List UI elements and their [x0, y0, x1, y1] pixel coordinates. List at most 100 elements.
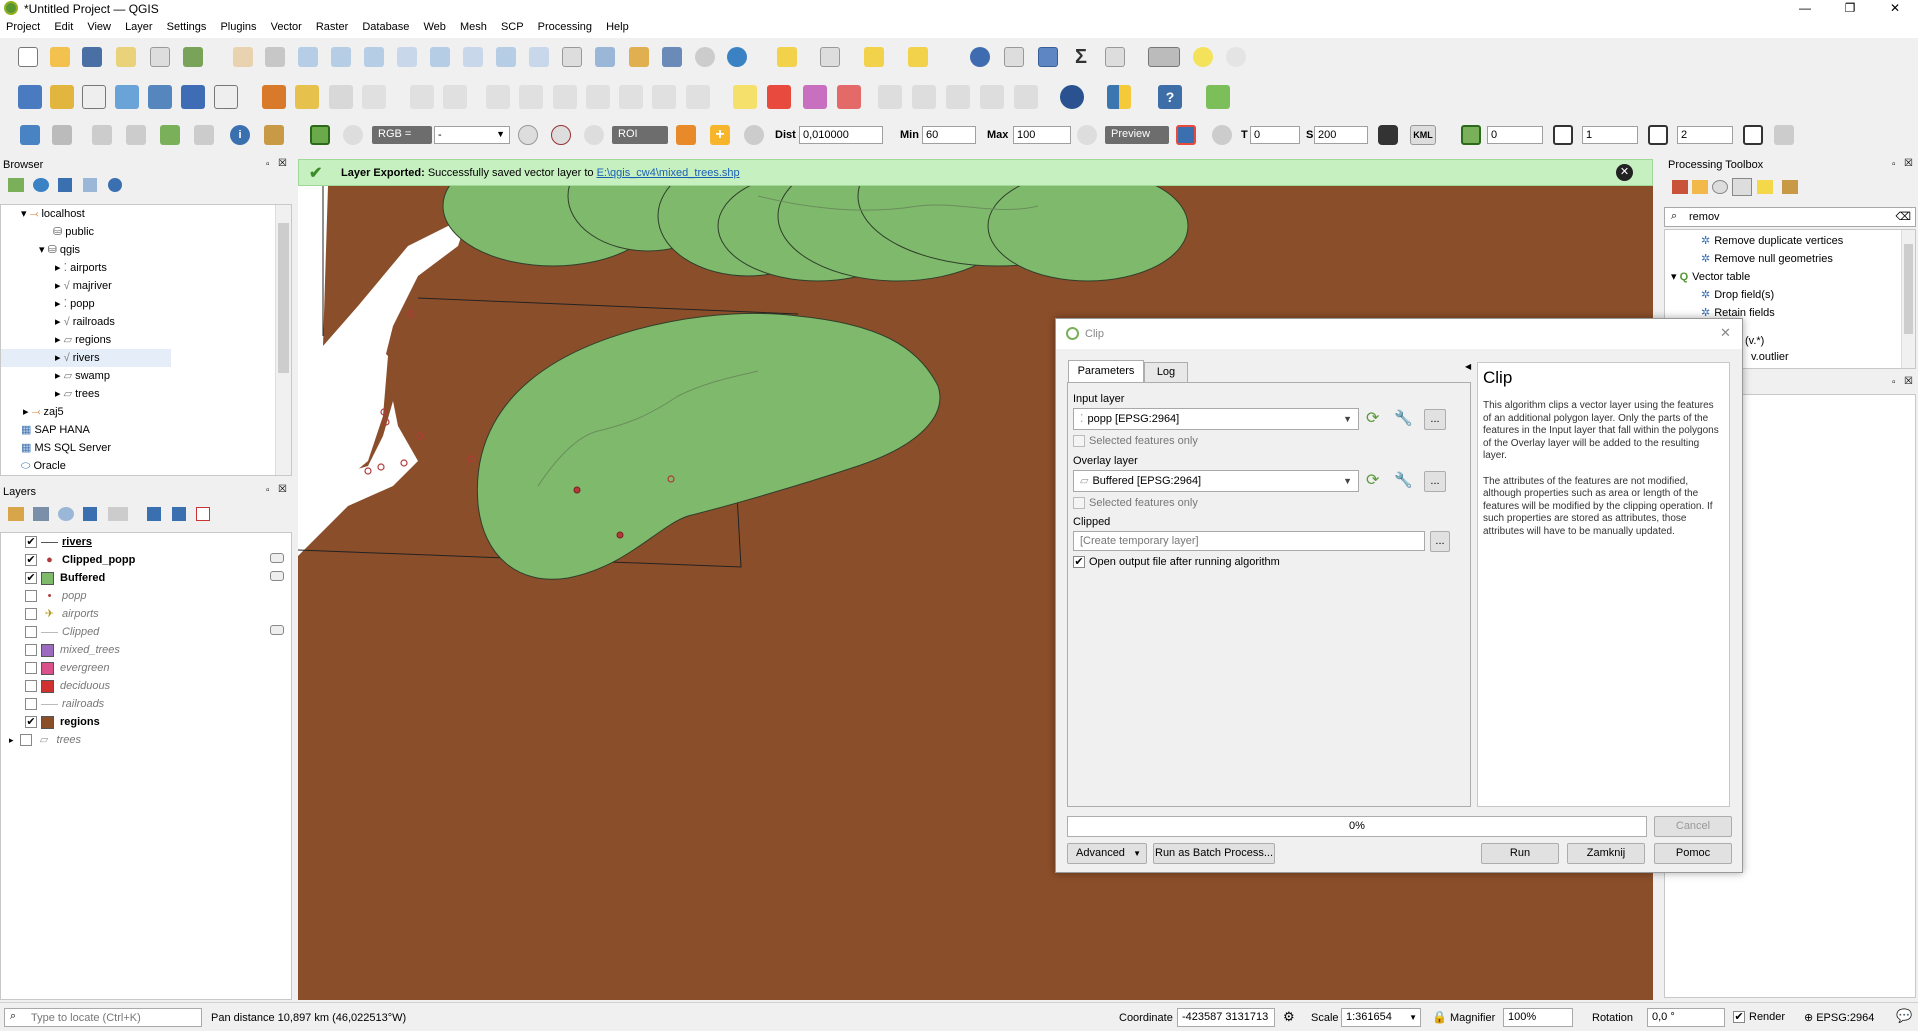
scp-redo-roi-icon[interactable]: [744, 125, 764, 145]
scp-field-3[interactable]: 2: [1677, 126, 1733, 144]
magnifier-field[interactable]: 100%: [1503, 1008, 1573, 1027]
processing-float-icon[interactable]: ▫: [1892, 159, 1896, 170]
layer-item-airports[interactable]: ✈ airports: [25, 605, 99, 623]
layer-checkbox[interactable]: [25, 698, 37, 711]
rotate-label-icon[interactable]: [946, 85, 970, 109]
render-checkbox[interactable]: ✔ Render: [1733, 1011, 1785, 1024]
open-project-icon[interactable]: [50, 47, 70, 67]
layer-checkbox[interactable]: [25, 626, 37, 639]
layers-visibility-icon[interactable]: [58, 507, 74, 521]
copy-features-icon[interactable]: [586, 85, 610, 109]
message-link[interactable]: E:\qgis_cw4\mixed_trees.shp: [597, 167, 740, 179]
processing-item-vector-table[interactable]: ▾ Q Vector table: [1671, 268, 1750, 286]
scp-stretch2-icon[interactable]: [551, 125, 571, 145]
label-tool-icon[interactable]: [733, 85, 757, 109]
zoom-to-selection-icon[interactable]: [397, 47, 417, 67]
layer-indicator-icon[interactable]: [270, 625, 284, 635]
scp-dock-icon[interactable]: [20, 125, 40, 145]
scp-roi-points-icon[interactable]: [126, 125, 146, 145]
scp-target-icon[interactable]: [52, 125, 72, 145]
processing-options-icon[interactable]: [1782, 180, 1798, 194]
scp-info-icon[interactable]: i: [230, 125, 250, 145]
processing-history-icon[interactable]: [1712, 180, 1728, 194]
zoom-next-icon[interactable]: [529, 47, 549, 67]
layers-add-group-icon[interactable]: [33, 507, 49, 521]
toggle-editing-icon[interactable]: [295, 85, 319, 109]
add-feature-icon[interactable]: [362, 85, 386, 109]
scp-field-1[interactable]: 0: [1487, 126, 1543, 144]
processing-results-icon[interactable]: [1732, 178, 1752, 196]
layer-indicator-icon[interactable]: [270, 553, 284, 563]
new-spatialite-layer-icon[interactable]: [115, 85, 139, 109]
new-virtual-layer-icon[interactable]: [148, 85, 172, 109]
pan-map-icon[interactable]: [233, 47, 253, 67]
iterate-over-features-icon[interactable]: ⟳: [1366, 472, 1388, 490]
new-shapefile-layer-icon[interactable]: [82, 85, 106, 109]
close-button[interactable]: Zamknij: [1567, 843, 1645, 864]
browser-collapse-icon[interactable]: [83, 178, 97, 192]
layer-checkbox[interactable]: [25, 590, 37, 603]
new-project-icon[interactable]: [18, 47, 38, 67]
menu-settings[interactable]: Settings: [161, 18, 212, 38]
locator-input[interactable]: ⌕ Type to locate (Ctrl+K): [4, 1008, 202, 1027]
browser-item-mssql[interactable]: ▦ MS SQL Server: [21, 439, 111, 457]
cut-features-icon[interactable]: [553, 85, 577, 109]
advanced-options-icon[interactable]: 🔧: [1394, 410, 1416, 428]
scp-band-calc-icon[interactable]: [1461, 125, 1481, 145]
menu-project[interactable]: Project: [0, 18, 45, 38]
layer-checkbox[interactable]: ✔: [25, 536, 37, 549]
scp-kml-icon[interactable]: KML: [1410, 125, 1436, 145]
browser-filter-icon[interactable]: [58, 178, 72, 192]
scp-roi-plus-icon[interactable]: +: [710, 125, 730, 145]
menu-help[interactable]: Help: [600, 18, 634, 38]
scp-dist-input[interactable]: 0,010000: [799, 126, 883, 144]
processing-edit-features-icon[interactable]: [1757, 180, 1773, 194]
selected-only-2[interactable]: Selected features only: [1073, 497, 1198, 510]
layer-item-clipped-popp[interactable]: ✔ ● Clipped_popp: [25, 551, 135, 569]
select-by-location-icon[interactable]: [908, 47, 928, 67]
identify-features-icon[interactable]: [970, 47, 990, 67]
layer-item-clipped[interactable]: Clipped: [25, 623, 99, 641]
scp-max-input[interactable]: 100: [1013, 126, 1071, 144]
pin-labels-icon[interactable]: [837, 85, 861, 109]
cancel-button[interactable]: Cancel: [1654, 816, 1732, 837]
attribute-table-icon[interactable]: [1004, 47, 1024, 67]
annotation-tool-icon[interactable]: [1226, 47, 1246, 67]
paste-features-icon[interactable]: [619, 85, 643, 109]
overlay-layer-select[interactable]: ▱ Buffered [EPSG:2964] ▼: [1073, 470, 1359, 492]
map-tips-icon[interactable]: [1193, 47, 1213, 67]
clipped-output-field[interactable]: [Create temporary layer]: [1073, 531, 1425, 551]
globe-icon[interactable]: [1060, 85, 1084, 109]
layers-close-icon[interactable]: ☒: [278, 484, 287, 495]
new-3d-map-icon[interactable]: [595, 47, 615, 67]
save-layer-edits-icon[interactable]: [329, 85, 353, 109]
scp-min-input[interactable]: 60: [922, 126, 976, 144]
browser-scrollbar[interactable]: [275, 205, 291, 475]
browser-item-popp[interactable]: ▸ ⁚ popp: [55, 295, 95, 313]
temporal-controller-icon[interactable]: [695, 47, 715, 67]
layer-checkbox[interactable]: [19, 734, 32, 747]
layer-item-buffered[interactable]: ✔ Buffered: [25, 569, 105, 587]
layers-remove-icon[interactable]: [196, 507, 210, 521]
pan-to-selection-icon[interactable]: [265, 47, 285, 67]
menu-raster[interactable]: Raster: [310, 18, 353, 38]
new-print-layout-icon[interactable]: [116, 47, 136, 67]
help-button[interactable]: Pomoc: [1654, 843, 1732, 864]
input-layer-browse-button[interactable]: ...: [1424, 409, 1446, 430]
browser-item-localhost[interactable]: ▾ ⤙ localhost: [21, 205, 85, 223]
label-properties-icon[interactable]: [1014, 85, 1038, 109]
layer-item-evergreen[interactable]: evergreen: [25, 659, 110, 677]
diagram-tool-icon[interactable]: [767, 85, 791, 109]
scp-rgb-select[interactable]: - ▼: [434, 126, 510, 144]
clear-search-icon[interactable]: ⌫: [1895, 210, 1911, 223]
new-bookmark-icon[interactable]: [629, 47, 649, 67]
coordinate-field[interactable]: -423587 3131713: [1177, 1008, 1275, 1027]
layer-checkbox[interactable]: ✔: [25, 572, 37, 585]
browser-item-rivers[interactable]: ▸ √ rivers: [1, 349, 171, 367]
processing-scroll-thumb[interactable]: [1904, 244, 1913, 334]
scp-zoom-roi-icon[interactable]: [584, 125, 604, 145]
menu-plugins[interactable]: Plugins: [214, 18, 261, 38]
dialog-close-icon[interactable]: ✕: [1720, 325, 1731, 341]
scp-roi-create-icon[interactable]: [676, 125, 696, 145]
scp-zoom-input-icon[interactable]: [92, 125, 112, 145]
